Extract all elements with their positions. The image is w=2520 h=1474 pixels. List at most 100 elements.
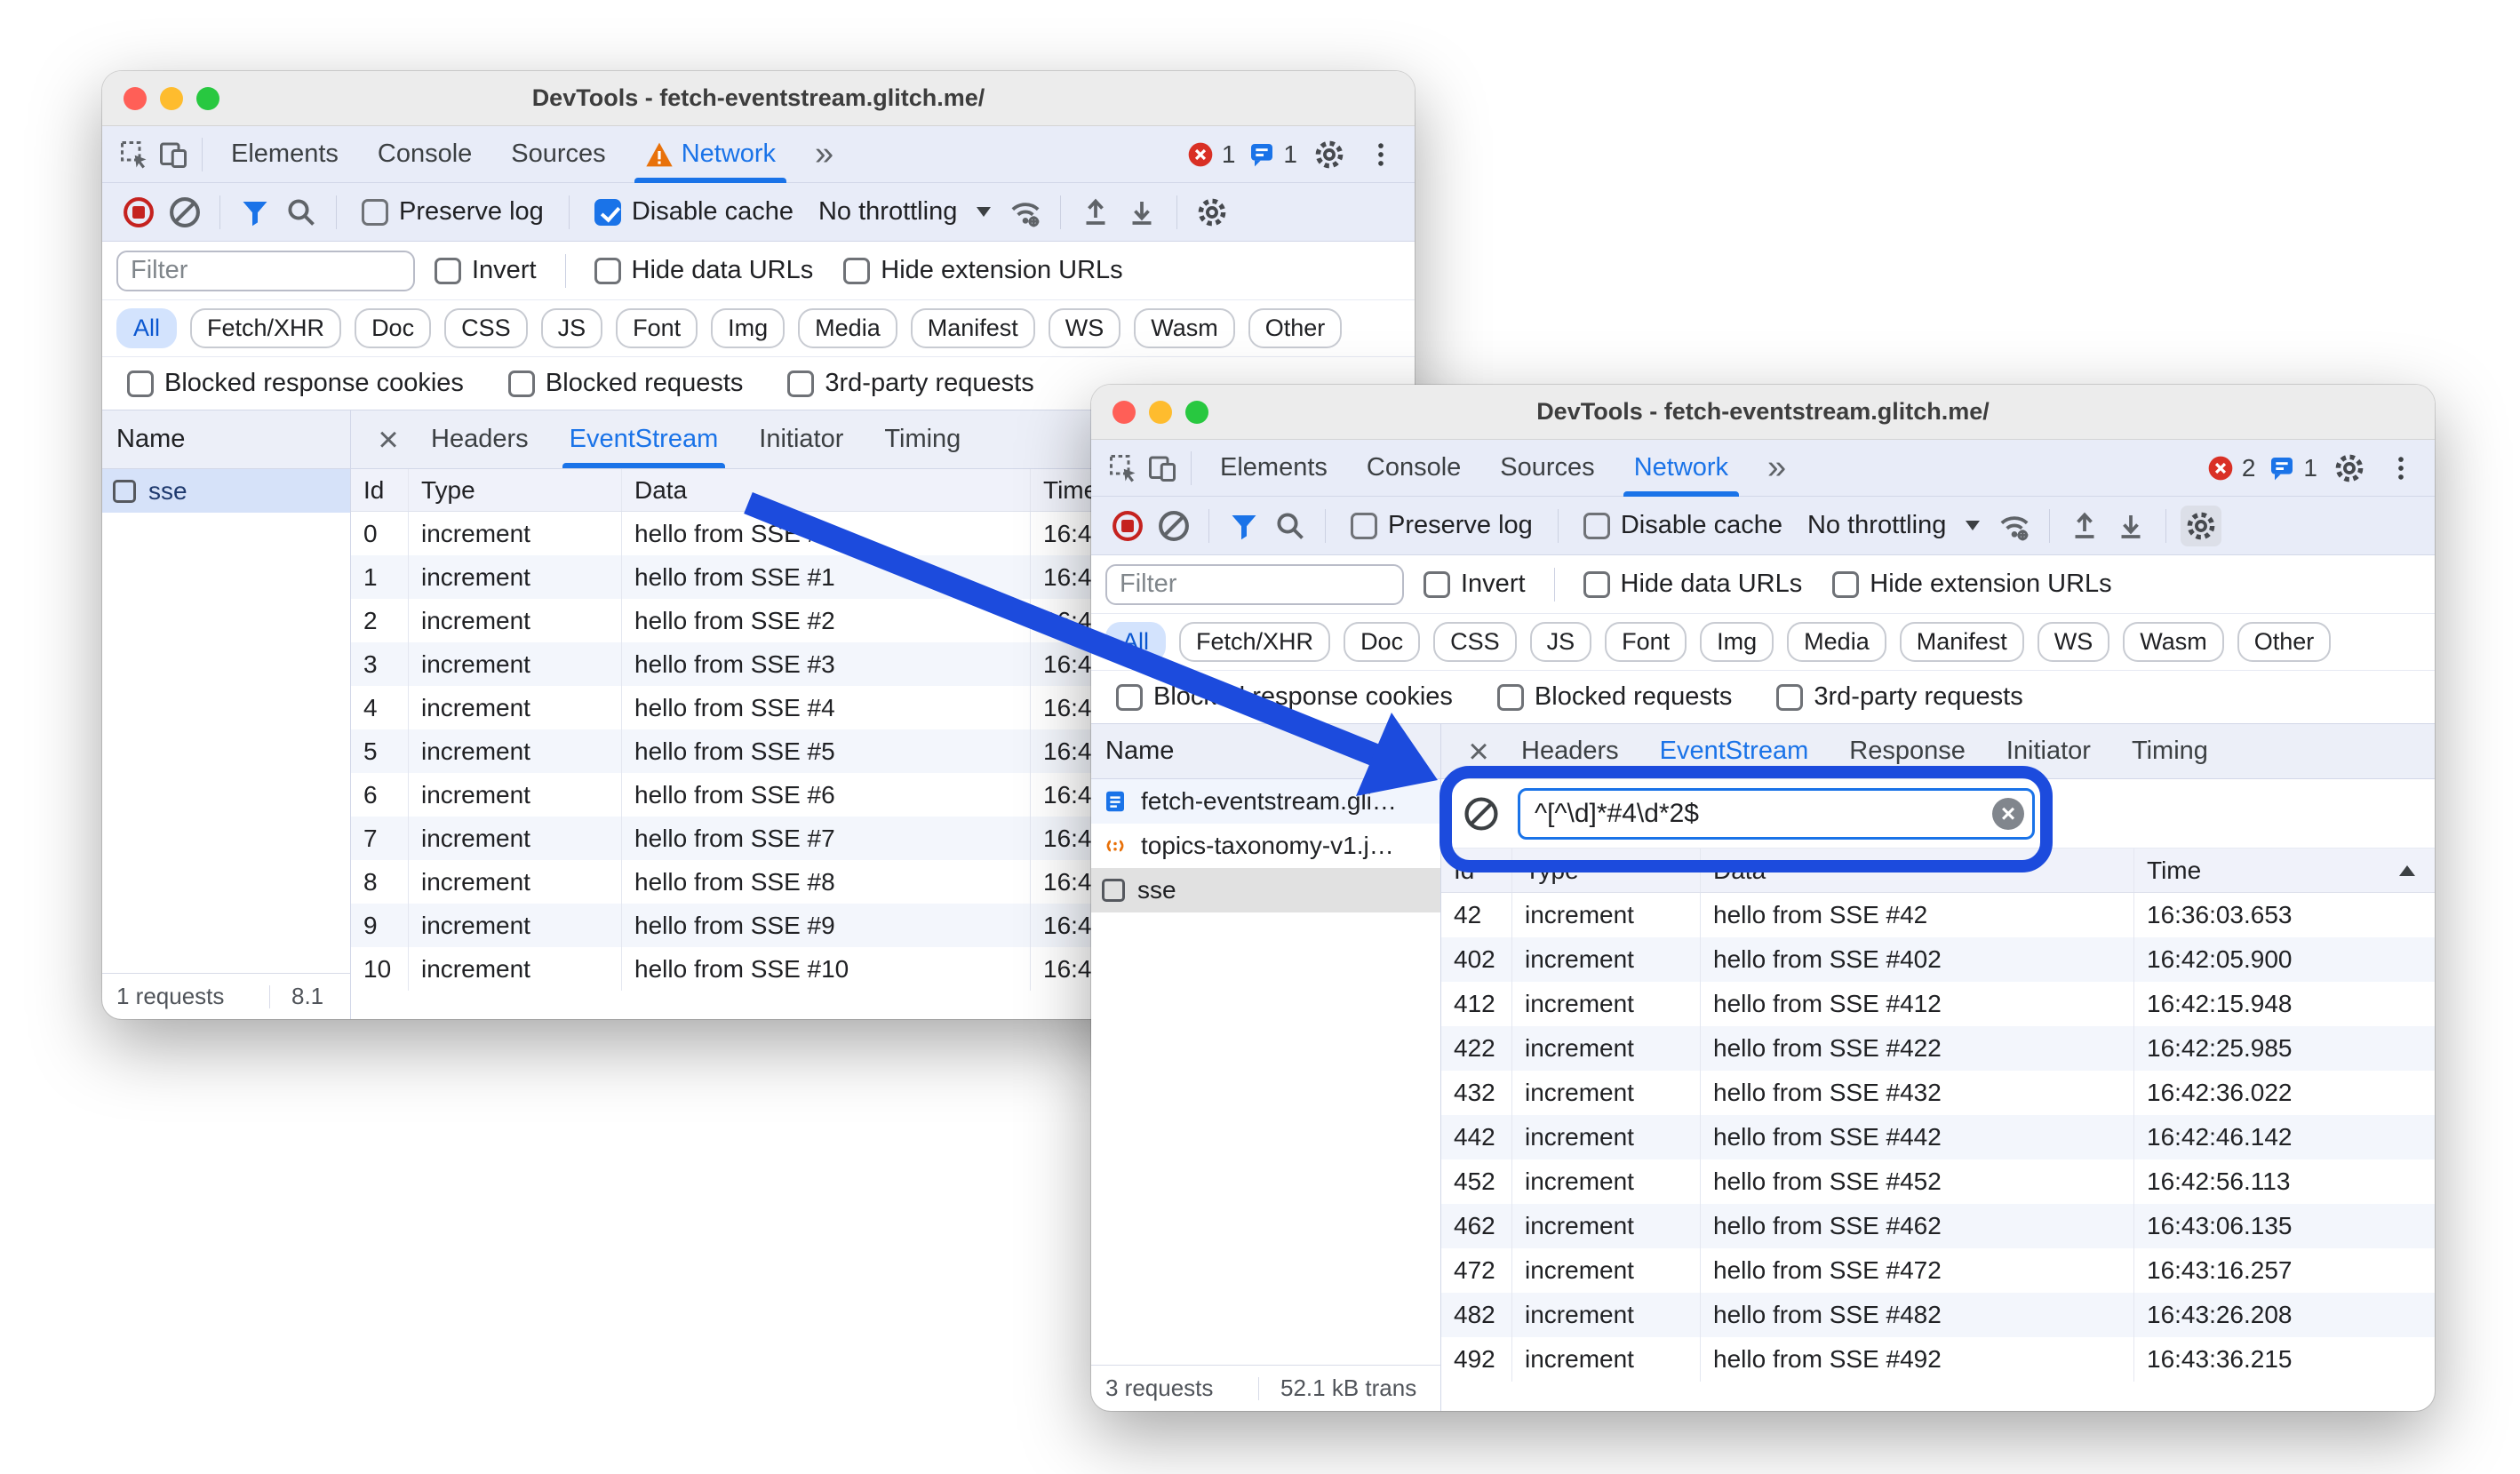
tab-network[interactable]: Network [1615,440,1748,497]
disable-cache-checkbox[interactable]: Disable cache [1573,511,1793,540]
clear-network-log-icon[interactable] [1153,506,1194,546]
request-type-chip[interactable]: CSS [444,308,528,348]
request-type-chip[interactable]: Other [2237,622,2332,662]
request-type-chip[interactable]: Media [1787,622,1886,662]
name-column-header[interactable]: Name [102,410,350,469]
request-type-chip[interactable]: Media [798,308,897,348]
network-settings-gear-icon[interactable] [2181,505,2222,546]
filter-funnel-icon[interactable] [235,192,275,233]
request-type-chip[interactable]: CSS [1433,622,1517,662]
blocked-response-cookies-checkbox[interactable]: Blocked response cookies [1105,682,1463,712]
invert-checkbox[interactable]: Invert [424,256,547,285]
request-row-fetch-eventstream[interactable]: fetch-eventstream.gli… [1091,779,1440,824]
blocked-requests-checkbox[interactable]: Blocked requests [498,369,754,398]
col-header-id[interactable]: Id [1441,849,1512,892]
eventstream-row[interactable]: 452 increment hello from SSE #452 16:42:… [1441,1159,2435,1204]
tab-console[interactable]: Console [1347,440,1480,497]
detail-tab-response[interactable]: Response [1831,724,1983,778]
tab-elements[interactable]: Elements [1200,440,1347,497]
request-type-chip[interactable]: Wasm [2123,622,2224,662]
error-badge[interactable]: 2 [2206,454,2255,482]
request-type-chip[interactable]: Fetch/XHR [190,308,342,348]
request-row-topics-taxonomy[interactable]: topics-taxonomy-v1.j… [1091,824,1440,868]
eventstream-row[interactable]: 412 increment hello from SSE #412 16:42:… [1441,982,2435,1026]
detail-tab-timing[interactable]: Timing [2114,724,2226,778]
request-type-chip[interactable]: Doc [355,308,432,348]
tab-console[interactable]: Console [358,126,491,183]
close-icon[interactable] [1459,734,1498,769]
settings-gear-icon[interactable] [2330,449,2369,488]
inspect-element-icon[interactable] [115,135,154,174]
network-conditions-icon[interactable] [1005,192,1046,233]
request-type-chip[interactable]: WS [2037,622,2110,662]
preserve-log-checkbox[interactable]: Preserve log [1340,511,1543,540]
more-tabs-chevron-icon[interactable] [1748,440,1806,497]
network-conditions-icon[interactable] [1994,506,2035,546]
request-row-sse[interactable]: sse [102,469,350,513]
import-har-icon[interactable] [1075,192,1116,233]
eventstream-row[interactable]: 492 increment hello from SSE #492 16:43:… [1441,1337,2435,1382]
eventstream-row[interactable]: 422 increment hello from SSE #422 16:42:… [1441,1026,2435,1071]
network-settings-gear-icon[interactable] [1192,192,1232,233]
record-network-log-icon[interactable] [118,192,159,233]
throttling-select[interactable]: No throttling [1798,511,1989,540]
message-badge[interactable]: 1 [2268,454,2317,482]
tab-elements[interactable]: Elements [211,126,358,183]
hide-data-urls-checkbox[interactable]: Hide data URLs [1573,570,1814,599]
eventstream-row[interactable]: 432 increment hello from SSE #432 16:42:… [1441,1071,2435,1115]
hide-extension-urls-checkbox[interactable]: Hide extension URLs [1822,570,2122,599]
col-header-id[interactable]: Id [351,469,409,511]
import-har-icon[interactable] [2064,506,2105,546]
clear-network-log-icon[interactable] [164,192,205,233]
disable-cache-checkbox[interactable]: Disable cache [584,197,804,227]
col-header-type[interactable]: Type [1512,849,1701,892]
third-party-requests-checkbox[interactable]: 3rd-party requests [777,369,1044,398]
request-type-chip[interactable]: Manifest [910,308,1035,348]
request-type-chip[interactable]: Img [1700,622,1774,662]
settings-gear-icon[interactable] [1310,135,1349,174]
device-toolbar-icon[interactable] [1143,449,1182,488]
filter-funnel-icon[interactable] [1224,506,1264,546]
preserve-log-checkbox[interactable]: Preserve log [351,197,554,227]
clear-filter-icon[interactable] [1463,795,1500,833]
search-icon[interactable] [1270,506,1311,546]
request-type-chip[interactable]: Font [1605,622,1687,662]
request-type-chip[interactable]: Doc [1344,622,1421,662]
request-type-chip[interactable]: All [116,308,178,348]
request-type-chip[interactable]: Font [616,308,698,348]
request-row-sse[interactable]: sse [1091,868,1440,912]
more-tabs-chevron-icon[interactable] [795,126,853,183]
inspect-element-icon[interactable] [1104,449,1143,488]
export-har-icon[interactable] [1121,192,1162,233]
name-column-header[interactable]: Name [1091,724,1440,779]
close-icon[interactable] [369,422,408,458]
detail-tab-timing[interactable]: Timing [866,410,978,468]
hide-extension-urls-checkbox[interactable]: Hide extension URLs [833,256,1133,285]
tab-network[interactable]: Network [626,126,795,183]
blocked-requests-checkbox[interactable]: Blocked requests [1487,682,1742,712]
request-type-chip[interactable]: Manifest [1899,622,2024,662]
request-type-chip[interactable]: JS [1529,622,1592,662]
request-type-chip[interactable]: Fetch/XHR [1179,622,1331,662]
eventstream-row[interactable]: 462 increment hello from SSE #462 16:43:… [1441,1204,2435,1248]
eventstream-row[interactable]: 42 increment hello from SSE #42 16:36:03… [1441,893,2435,937]
eventstream-row[interactable]: 442 increment hello from SSE #442 16:42:… [1441,1115,2435,1159]
checkbox-unchecked[interactable] [113,479,136,503]
blocked-response-cookies-checkbox[interactable]: Blocked response cookies [116,369,474,398]
tab-sources[interactable]: Sources [491,126,625,183]
col-header-type[interactable]: Type [409,469,622,511]
error-badge[interactable]: 1 [1186,140,1235,169]
col-header-data[interactable]: Data [1701,849,2134,892]
clear-input-icon[interactable] [1992,797,2024,830]
export-har-icon[interactable] [2110,506,2151,546]
throttling-select[interactable]: No throttling [809,197,1000,227]
request-type-chip[interactable]: All [1105,622,1167,662]
col-header-data[interactable]: Data [622,469,1031,511]
request-type-chip[interactable]: JS [540,308,603,348]
kebab-menu-icon[interactable] [1361,135,1400,174]
third-party-requests-checkbox[interactable]: 3rd-party requests [1766,682,2033,712]
invert-checkbox[interactable]: Invert [1413,570,1536,599]
col-header-time[interactable]: Time [2134,849,2435,892]
search-icon[interactable] [281,192,322,233]
filter-input[interactable] [116,250,415,291]
